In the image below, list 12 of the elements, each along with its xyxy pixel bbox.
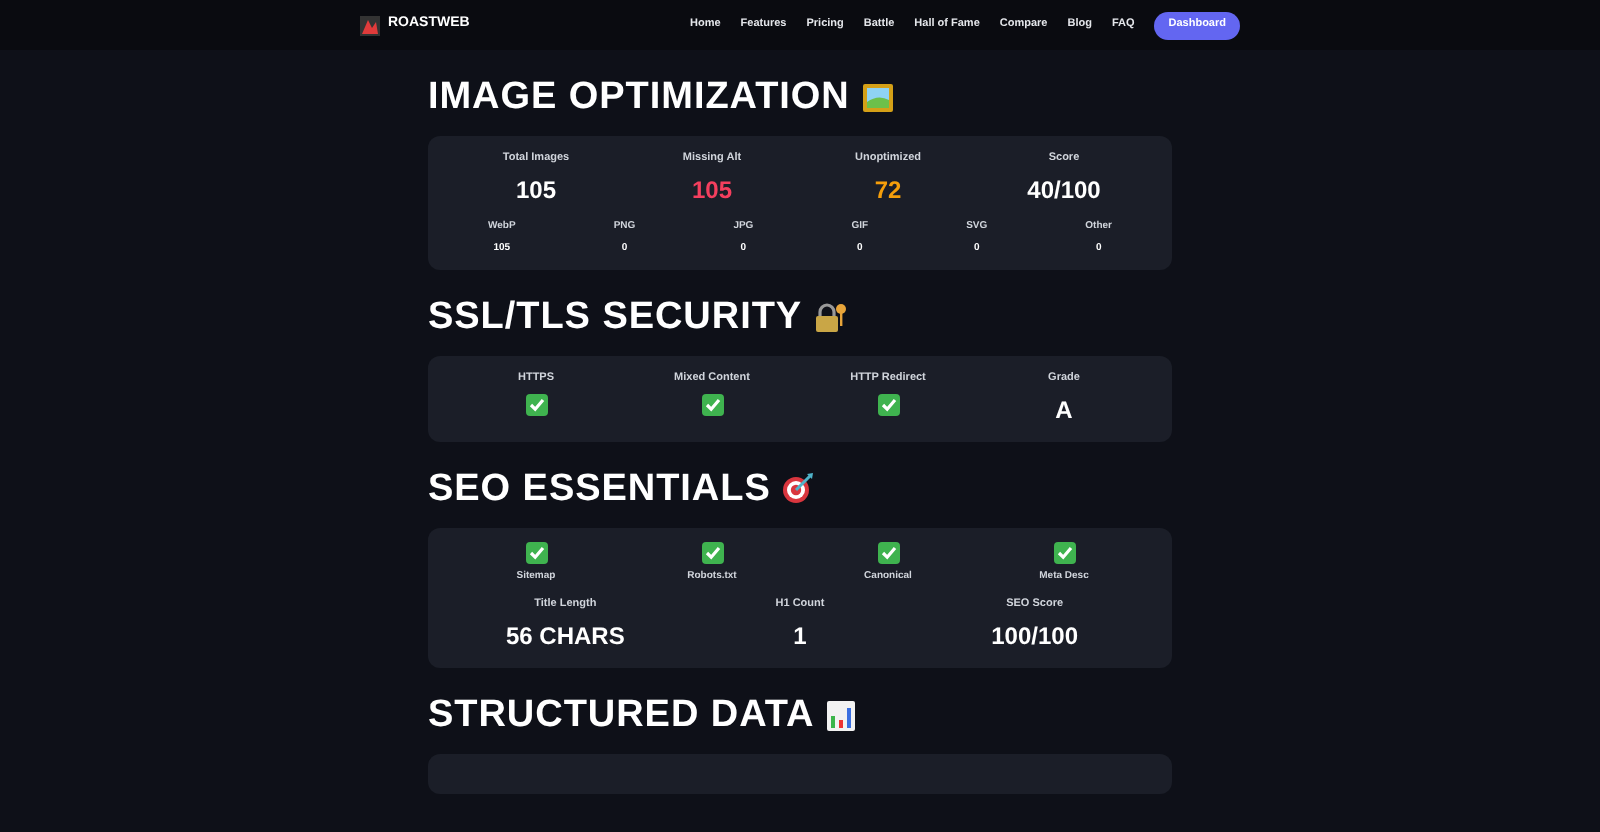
- stat-value: 72: [874, 174, 902, 209]
- stat-value: 40/100: [1027, 174, 1101, 209]
- stat-value: A: [1055, 393, 1073, 427]
- stat-value: 56 CHARS: [505, 620, 625, 655]
- stat-value: 105: [515, 174, 557, 209]
- section-heading: IMAGE OPTIMIZATION: [428, 78, 850, 116]
- stat-value: 1: [793, 620, 807, 655]
- section-heading: SSL/TLS SECURITY: [428, 298, 803, 337]
- section-heading: SEO ESSENTIALS: [428, 469, 771, 507]
- stat-value: 100/100: [991, 620, 1079, 655]
- section-heading: STRUCTURED DATA: [428, 696, 815, 735]
- stat-value: 105: [691, 174, 733, 209]
